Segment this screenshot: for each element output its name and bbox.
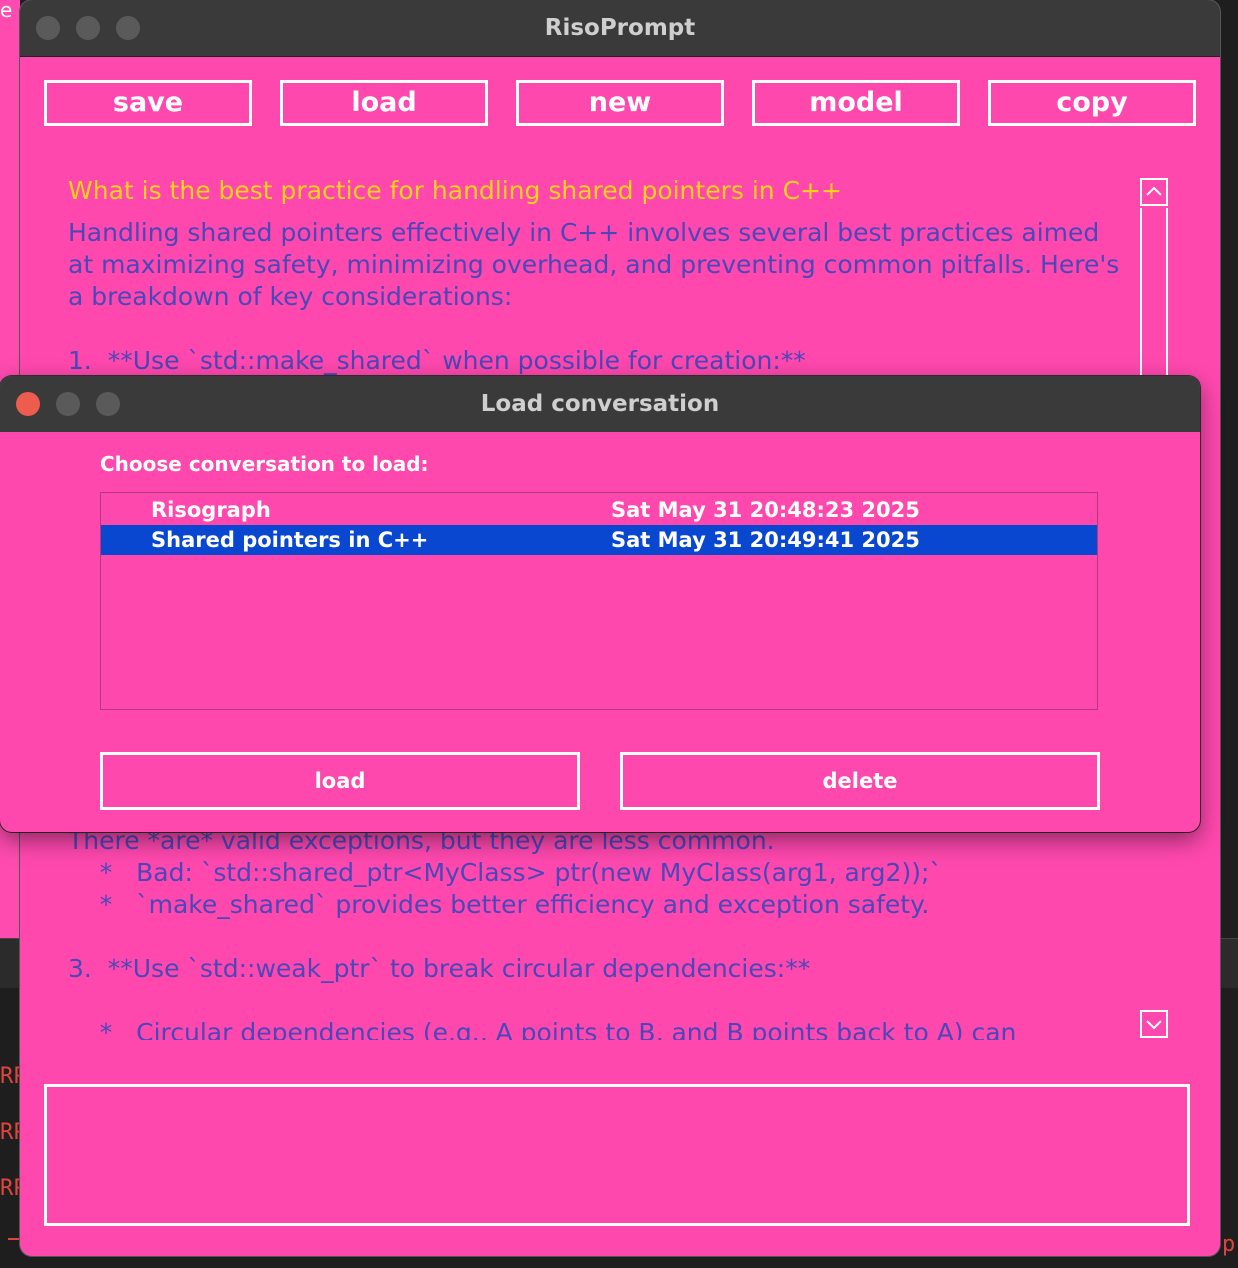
answer-line: 3. **Use `std::weak_ptr` to break circul… <box>68 954 811 983</box>
answer-line: * `make_shared` provides better efficien… <box>68 890 930 919</box>
scroll-down-button[interactable] <box>1140 1010 1168 1038</box>
conversation-date: Sat May 31 20:49:41 2025 <box>611 528 920 552</box>
conversation-name: Risograph <box>151 498 271 522</box>
answer-line: * Circular dependencies (e.g., A points … <box>68 1018 1017 1040</box>
conversation-row[interactable]: Risograph Sat May 31 20:48:23 2025 <box>101 495 1097 525</box>
conversation-date: Sat May 31 20:48:23 2025 <box>611 498 920 522</box>
chevron-up-icon <box>1146 186 1162 196</box>
background-text: p <box>1222 1232 1236 1257</box>
user-question: What is the best practice for handling s… <box>68 176 842 205</box>
dialog-load-button[interactable]: load <box>100 752 580 810</box>
prompt-input[interactable] <box>44 1084 1190 1226</box>
answer-line: 1. **Use `std::make_shared` when possibl… <box>68 346 806 375</box>
background-tab-fragment: e <box>0 0 20 22</box>
chevron-down-icon <box>1146 1020 1162 1030</box>
model-button[interactable]: model <box>752 80 960 126</box>
conversation-name: Shared pointers in C++ <box>151 528 429 552</box>
new-button[interactable]: new <box>516 80 724 126</box>
conversation-row-selected[interactable]: Shared pointers in C++ Sat May 31 20:49:… <box>101 525 1097 555</box>
copy-button[interactable]: copy <box>988 80 1196 126</box>
answer-line: at maximizing safety, minimizing overhea… <box>68 250 1120 279</box>
load-button[interactable]: load <box>280 80 488 126</box>
answer-line: a breakdown of key considerations: <box>68 282 513 311</box>
answer-line: Handling shared pointers effectively in … <box>68 218 1100 247</box>
dialog-prompt: Choose conversation to load: <box>100 452 429 476</box>
dialog-title: Load conversation <box>480 391 720 417</box>
scroll-up-button[interactable] <box>1140 178 1168 206</box>
answer-line: * Bad: `std::shared_ptr<MyClass> ptr(new… <box>68 858 942 887</box>
dialog-titlebar: Load conversation <box>0 376 1200 432</box>
load-conversation-dialog: Load conversation Choose conversation to… <box>0 376 1200 832</box>
save-button[interactable]: save <box>44 80 252 126</box>
conversation-list[interactable]: Risograph Sat May 31 20:48:23 2025 Share… <box>100 492 1098 710</box>
dialog-delete-button[interactable]: delete <box>620 752 1100 810</box>
window-title: RisoPrompt <box>544 15 696 41</box>
scrollbar-track[interactable] <box>1140 208 1168 378</box>
main-titlebar: RisoPrompt <box>20 0 1220 57</box>
